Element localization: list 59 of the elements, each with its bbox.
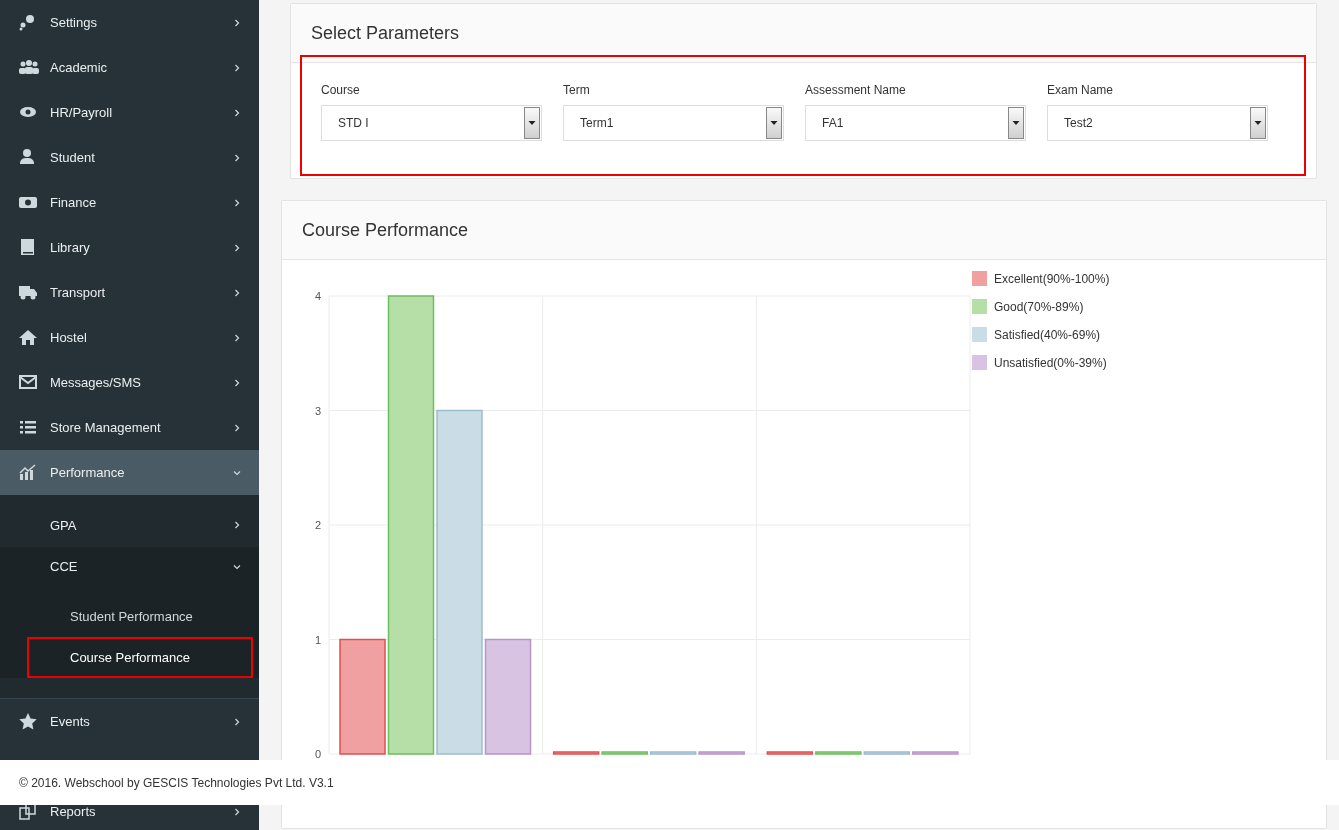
dropdown-field[interactable]: Term1 (563, 105, 784, 141)
sidebar-item[interactable]: Settings (0, 0, 259, 45)
axis-tick-label: 3 (314, 404, 321, 417)
menu-icon (19, 59, 39, 76)
sidebar-item[interactable]: Events (0, 699, 259, 744)
legend-label: Unsatisfied(0%-39%) (994, 355, 1107, 370)
sidebar-item[interactable]: Hostel (0, 315, 259, 360)
menu-icon (19, 284, 39, 301)
sidebar-item[interactable]: Messages/SMS (0, 360, 259, 405)
axis-tick-label: 2 (314, 519, 321, 531)
chevron-right-icon (233, 333, 241, 342)
submenu-link[interactable]: Student Performance (0, 596, 259, 637)
dropdown-field[interactable]: Test2 (1047, 105, 1268, 141)
dropdown-field[interactable]: FA1 (805, 105, 1026, 141)
chevron-right-icon (233, 521, 241, 529)
field-label: Assessment Name (805, 83, 907, 97)
chevron-right-icon (233, 423, 241, 432)
chevron-down-icon (233, 468, 241, 477)
dropdown-field[interactable]: STD I (321, 105, 542, 141)
submenu-link[interactable]: Course Performance (27, 637, 253, 678)
legend-label: Excellent(90%-100%) (994, 271, 1110, 286)
card-title: Select Parameters (291, 4, 1316, 63)
legend-label: Good(70%-89%) (994, 299, 1084, 314)
chevron-right-icon (233, 378, 241, 387)
chevron-right-icon (233, 717, 241, 726)
sidebar-item[interactable]: Academic (0, 45, 259, 90)
menu-icon (19, 419, 39, 436)
card-title: Course Performance (282, 201, 1326, 260)
sidebar-item[interactable]: Library (0, 225, 259, 270)
chevron-down-icon (233, 562, 241, 571)
chevron-right-icon (233, 108, 241, 117)
axis-tick-label: 1 (314, 633, 321, 646)
menu-icon (19, 194, 39, 211)
sidebar-item[interactable]: Student (0, 135, 259, 180)
chevron-right-icon (233, 807, 241, 816)
menu-icon (19, 329, 39, 346)
chevron-right-icon (233, 153, 241, 162)
submenu-item[interactable]: GPA (0, 503, 259, 547)
sidebar-item[interactable]: Transport (0, 270, 259, 315)
field-label: Exam Name (1047, 83, 1115, 97)
axis-tick-label: 0 (314, 748, 321, 760)
footer-text: © 2016. Webschool by GESCIS Technologies Pvt Ltd. V3.1 (19, 775, 334, 790)
chevron-right-icon (233, 198, 241, 207)
axis-tick-label: 4 (314, 290, 321, 302)
sidebar-item[interactable]: Store Management (0, 405, 259, 450)
menu-icon (19, 374, 39, 391)
legend-label: Satisfied(40%-69%) (994, 327, 1101, 342)
chevron-right-icon (233, 243, 241, 252)
field-label: Term (563, 83, 591, 97)
menu-icon (19, 713, 39, 730)
chevron-right-icon (233, 63, 241, 72)
sidebar-item[interactable]: Finance (0, 180, 259, 225)
menu-icon (19, 803, 39, 820)
submenu-item[interactable]: CCE (0, 547, 259, 586)
chevron-right-icon (233, 18, 241, 27)
field-label: Course (321, 83, 361, 97)
sidebar-item[interactable]: Performance (0, 450, 259, 495)
sidebar-item[interactable]: HR/Payroll (0, 90, 259, 135)
chevron-right-icon (233, 288, 241, 297)
